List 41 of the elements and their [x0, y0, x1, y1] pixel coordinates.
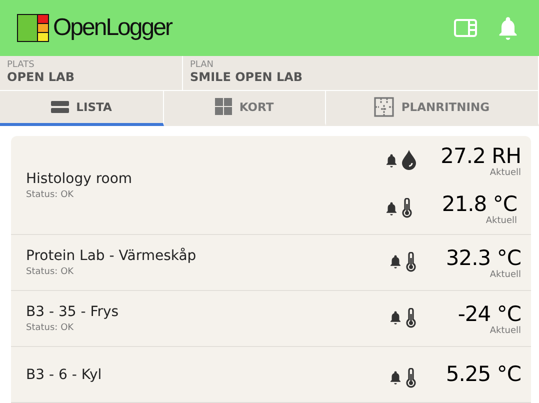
- thermometer-icon: [405, 252, 417, 272]
- reading-value: 21.8 °C: [442, 192, 517, 216]
- thermometer-icon: [405, 368, 417, 388]
- sensor-name: B3 - 35 - Frys: [26, 304, 120, 320]
- sensor-row[interactable]: B3 - 35 - Frys Status: OK -24 °C Aktuell: [11, 291, 531, 348]
- sensor-name: Histology room: [26, 170, 134, 187]
- bell-icon: [388, 310, 403, 326]
- floor-plan-icon: [374, 96, 394, 117]
- sensor-name: Protein Lab - Värmeskåp: [26, 248, 198, 264]
- logo-icon: [17, 14, 49, 42]
- sensor-row[interactable]: B3 - 6 - Kyl 5.25 °C: [11, 347, 531, 403]
- context-value: OPEN LAB: [7, 70, 76, 84]
- bell-icon: [384, 152, 399, 168]
- reading-value: 27.2 RH: [440, 144, 521, 168]
- sensor-name: B3 - 6 - Kyl: [26, 366, 103, 383]
- bell-icon: [384, 200, 399, 216]
- context-label: PLAN: [190, 60, 215, 70]
- water-drop-icon: [401, 150, 417, 170]
- reading-value: -24 °C: [458, 302, 521, 326]
- reading-caption: Aktuell: [490, 326, 521, 336]
- bell-icon: [388, 254, 403, 270]
- sensor-row[interactable]: Histology room Status: OK 27.2 RH Aktuell 21.8 °C Aktuell: [11, 136, 531, 236]
- sensor-status: Status: OK: [26, 267, 75, 278]
- reading-caption: Aktuell: [490, 270, 521, 280]
- list-icon: [51, 100, 70, 114]
- context-value: SMILE OPEN LAB: [190, 70, 304, 84]
- thermometer-icon: [401, 198, 413, 218]
- reading-caption: Aktuell: [490, 168, 521, 178]
- view-tab[interactable]: LISTA: [0, 90, 164, 126]
- bell-icon: [388, 370, 403, 386]
- sensor-status: Status: OK: [26, 323, 75, 334]
- thermometer-icon: [405, 308, 417, 328]
- logo-text: OpenLogger: [53, 14, 172, 42]
- reading-caption: Aktuell: [486, 216, 517, 226]
- grid-icon: [215, 98, 232, 116]
- sensor-status: Status: OK: [26, 190, 75, 200]
- reading-value: 32.3 °C: [446, 246, 521, 270]
- context-label: PLATS: [7, 60, 36, 70]
- sensor-row[interactable]: Protein Lab - Värmeskåp Status: OK 32.3 °C Aktuell: [11, 235, 531, 292]
- panel-icon[interactable]: [454, 18, 477, 37]
- reading-value: 5.25 °C: [446, 362, 521, 386]
